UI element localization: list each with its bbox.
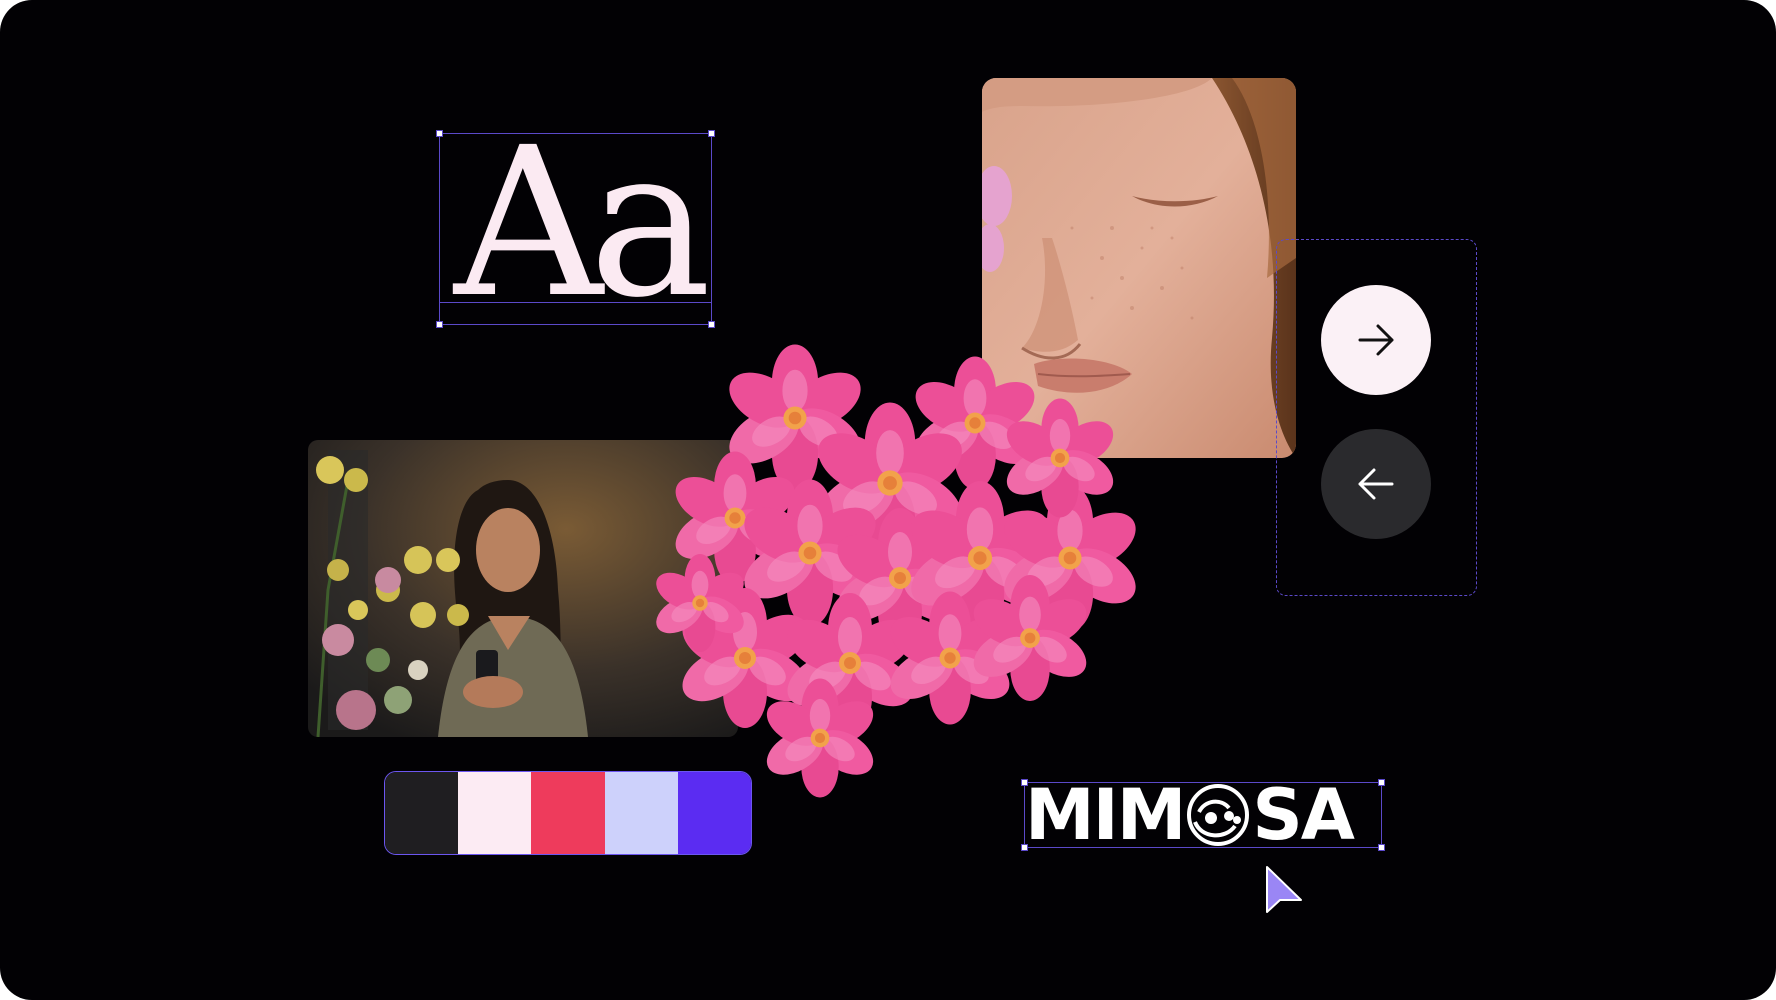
logo-wordmark: MIM SA <box>1025 774 1355 856</box>
resize-handle-top-left[interactable] <box>436 130 443 137</box>
previous-button[interactable] <box>1321 429 1431 539</box>
next-button[interactable] <box>1321 285 1431 395</box>
resize-handle-top-right[interactable] <box>1378 779 1385 786</box>
cursor-icon <box>1266 866 1302 913</box>
color-swatch[interactable] <box>604 772 678 854</box>
typography-sample[interactable]: Aa <box>436 120 715 328</box>
design-canvas: Aa MIM SA <box>0 0 1776 1000</box>
logo-text-end: SA <box>1252 774 1355 856</box>
color-swatch[interactable] <box>458 772 532 854</box>
baseline-guide <box>440 302 711 303</box>
resize-handle-top-left[interactable] <box>1021 779 1028 786</box>
logo-text-start: MIM <box>1025 774 1186 856</box>
spiral-o-icon <box>1187 784 1250 846</box>
resize-handle-bottom-left[interactable] <box>436 321 443 328</box>
arrow-right-icon <box>1358 324 1394 356</box>
resize-handle-bottom-right[interactable] <box>1378 844 1385 851</box>
type-glyphs: Aa <box>454 103 712 343</box>
resize-handle-top-right[interactable] <box>708 130 715 137</box>
pink-flower-cluster[interactable] <box>640 318 1180 818</box>
mimosa-logo[interactable]: MIM SA <box>1021 774 1385 856</box>
resize-handle-bottom-left[interactable] <box>1021 844 1028 851</box>
color-swatch[interactable] <box>385 772 459 854</box>
color-swatch[interactable] <box>677 772 751 854</box>
color-swatch[interactable] <box>531 772 605 854</box>
color-palette <box>384 771 752 855</box>
arrow-left-icon <box>1358 468 1394 500</box>
